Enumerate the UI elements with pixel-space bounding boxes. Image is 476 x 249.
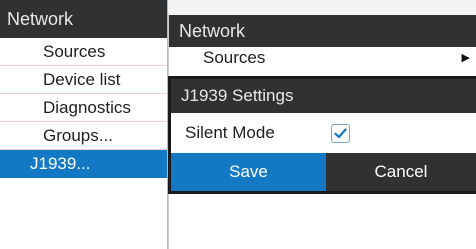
save-button[interactable]: Save <box>171 153 326 191</box>
j1939-settings-dialog: J1939 Settings Silent Mode Save Cancel <box>168 76 476 194</box>
cancel-button[interactable]: Cancel <box>326 153 476 191</box>
dialog-buttons: Save Cancel <box>171 153 476 191</box>
triangle-right-icon: ▶ <box>461 52 470 64</box>
menu-item-j1939[interactable]: J1939... <box>0 150 167 178</box>
dialog-title: J1939 Settings <box>171 79 476 113</box>
silent-mode-checkbox[interactable] <box>331 124 350 143</box>
menu-item-device-list[interactable]: Device list <box>0 66 167 94</box>
menu-item-groups[interactable]: Groups... <box>0 122 167 150</box>
submenu-item-sources-label: Sources <box>203 48 266 67</box>
menu-item-diagnostics[interactable]: Diagnostics <box>0 94 167 122</box>
silent-mode-row[interactable]: Silent Mode <box>171 113 476 153</box>
menu-item-sources[interactable]: Sources <box>0 38 167 66</box>
network-menu-back: Network Sources Device list Diagnostics … <box>0 0 168 249</box>
silent-mode-label: Silent Mode <box>185 123 275 142</box>
network-submenu-title: Network <box>169 15 476 47</box>
network-menu-list: Sources Device list Diagnostics Groups..… <box>0 38 167 178</box>
checkmark-icon <box>334 128 347 139</box>
submenu-item-sources[interactable]: Sources ▶ <box>169 47 476 69</box>
network-menu-title: Network <box>0 0 167 38</box>
